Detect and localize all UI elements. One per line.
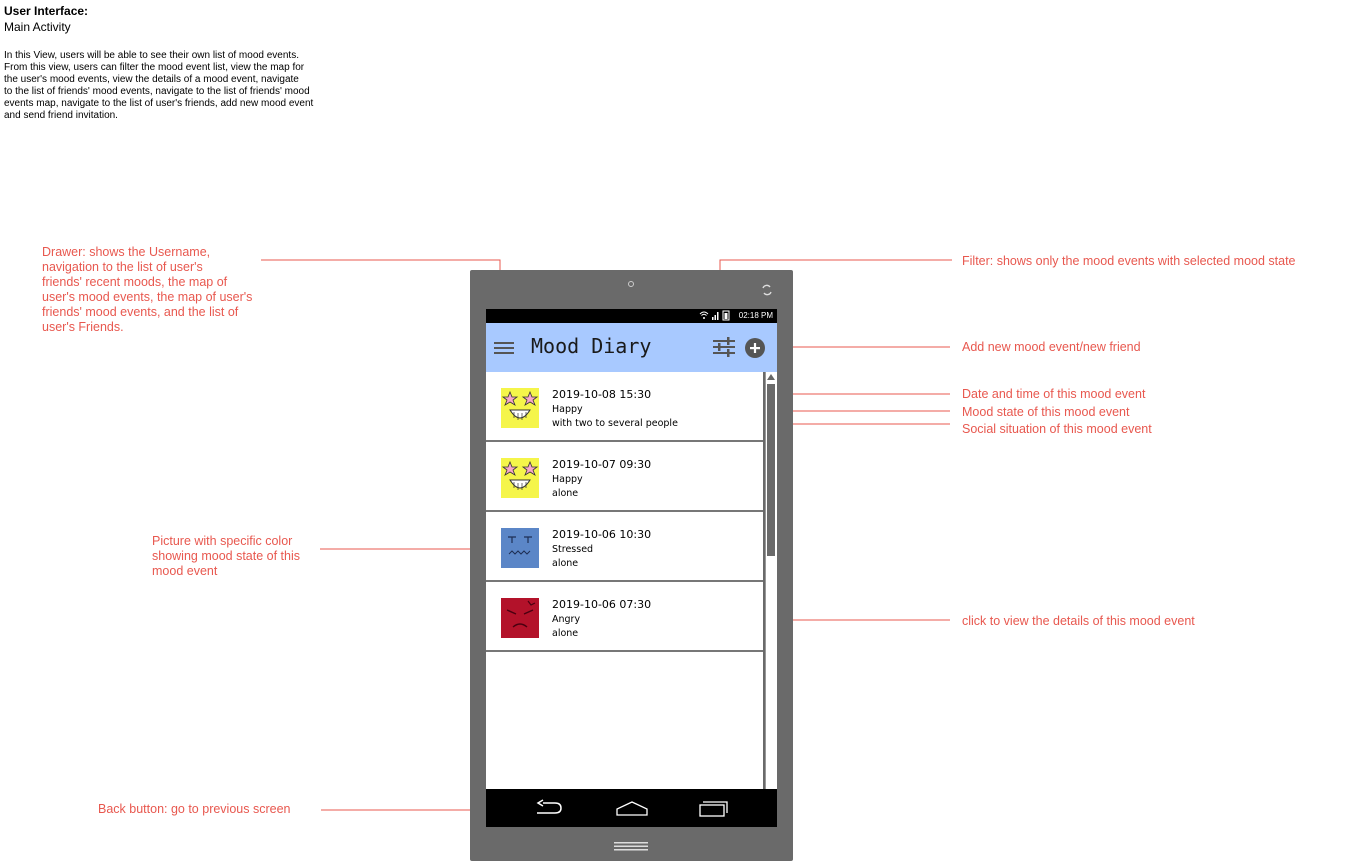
add-circle-icon[interactable] <box>745 338 765 358</box>
event-date: 2019-10-06 07:30 <box>552 598 652 611</box>
angry-face-icon <box>501 598 539 638</box>
status-icons <box>699 310 730 321</box>
status-bar: 02:18 PM <box>486 309 777 323</box>
back-annotation: Back button: go to previous screen <box>98 802 291 816</box>
device-home-icon[interactable] <box>614 841 648 851</box>
rotate-icon <box>762 284 772 296</box>
date-annotation: Date and time of this mood event <box>962 387 1146 401</box>
back-icon[interactable] <box>535 799 565 817</box>
recents-icon[interactable] <box>698 800 728 818</box>
event-social: alone <box>552 488 579 499</box>
home-icon[interactable] <box>615 800 649 816</box>
click-annotation: click to view the details of this mood e… <box>962 614 1195 628</box>
stressed-face-icon <box>501 528 539 568</box>
event-date: 2019-10-07 09:30 <box>552 458 652 471</box>
event-date: 2019-10-08 15:30 <box>552 388 652 401</box>
event-social: alone <box>552 628 579 639</box>
scroll-thumb[interactable] <box>767 384 775 556</box>
camera-icon <box>628 281 634 287</box>
event-mood: Happy <box>552 474 583 485</box>
app-title: Mood Diary <box>531 334 652 358</box>
mood-event-row[interactable]: 2019-10-06 07:30 Angry alone <box>486 582 763 652</box>
event-mood: Happy <box>552 404 583 415</box>
mood-event-row[interactable]: 2019-10-07 09:30 Happy alone <box>486 442 763 512</box>
mood-annotation: Mood state of this mood event <box>962 405 1130 419</box>
filter-icon[interactable] <box>713 337 735 357</box>
event-social: alone <box>552 558 579 569</box>
picture-annotation: Picture with specific color showing mood… <box>152 534 300 578</box>
page-title: User Interface: <box>4 4 89 18</box>
scroll-up-arrow-icon[interactable] <box>767 374 775 380</box>
social-annotation: Social situation of this mood event <box>962 422 1152 436</box>
filter-annotation: Filter: shows only the mood events with … <box>962 254 1296 268</box>
drawer-annotation: Drawer: shows the Username, navigation t… <box>42 245 253 334</box>
happy-face-icon <box>501 458 539 498</box>
add-annotation: Add new mood event/new friend <box>962 340 1141 354</box>
mood-event-list: 2019-10-08 15:30 Happy with two to sever… <box>486 372 763 789</box>
event-social: with two to several people <box>552 418 678 429</box>
scrollbar[interactable] <box>765 372 777 789</box>
status-time: 02:18 PM <box>738 311 773 320</box>
event-date: 2019-10-06 10:30 <box>552 528 652 541</box>
event-mood: Angry <box>552 614 581 625</box>
event-mood: Stressed <box>552 544 594 555</box>
page-subtitle: Main Activity <box>4 20 71 34</box>
page-description: In this View, users will be able to see … <box>4 50 314 121</box>
menu-icon[interactable] <box>494 340 514 356</box>
navigation-bar <box>486 789 777 827</box>
mood-event-row[interactable]: 2019-10-06 10:30 Stressed alone <box>486 512 763 582</box>
happy-face-icon <box>501 388 539 428</box>
mood-event-row[interactable]: 2019-10-08 15:30 Happy with two to sever… <box>486 372 763 442</box>
